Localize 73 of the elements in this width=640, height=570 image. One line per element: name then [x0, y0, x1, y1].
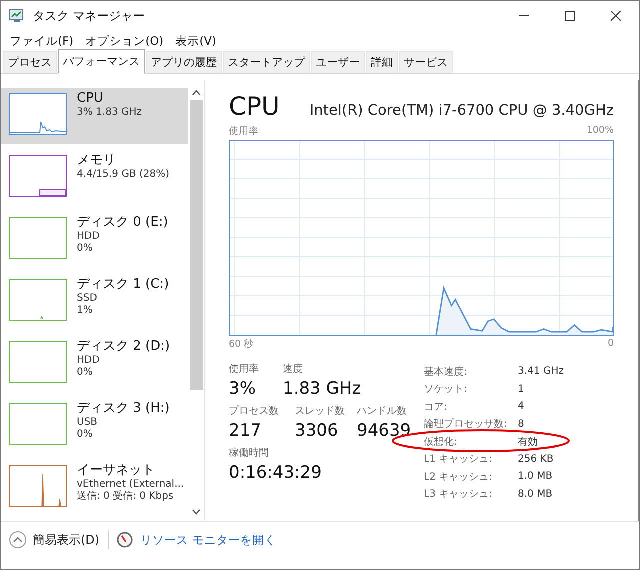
detail-value: 1.0 MB: [518, 471, 554, 482]
detail-value: 4: [518, 401, 526, 412]
item-detail: 送信: 0 受信: 0 Kbps: [77, 491, 175, 503]
item-detail: 0%: [77, 243, 94, 255]
item-detail: vEthernet (External...: [77, 479, 184, 490]
axis-label: 使用率: [229, 125, 259, 138]
sidebar-item[interactable]: ディスク 2 (D:) HDD 0%: [1, 336, 188, 392]
stat-value: 0:16:43:29: [229, 462, 322, 485]
item-title: ディスク 2 (D:): [77, 339, 170, 355]
stat-value: 3306: [295, 420, 340, 443]
detail-label: 論理プロセッサ数:: [424, 418, 508, 432]
sidebar-item[interactable]: メモリ 4.4/15.9 GB (28%): [1, 150, 188, 206]
item-detail: USB: [77, 417, 99, 429]
item-detail: 1%: [77, 305, 94, 317]
axis-label: 0: [608, 338, 614, 351]
sidebar-item[interactable]: ディスク 3 (H:) USB 0%: [1, 398, 188, 454]
item-detail: SSD: [77, 293, 98, 305]
window-title: タスク マネージャー: [33, 8, 146, 24]
collapse-button[interactable]: 簡易表示(D): [9, 531, 100, 549]
item-detail: HDD: [77, 355, 101, 367]
item-title: ディスク 3 (H:): [77, 401, 170, 417]
stat-label: 稼働時間: [229, 447, 270, 461]
sidebar-item[interactable]: ディスク 1 (C:) SSD 1%: [1, 274, 188, 330]
detail-label: L1 キャッシュ:: [424, 453, 494, 466]
stat-value: 1.83 GHz: [283, 378, 362, 401]
detail-value: 8: [518, 418, 526, 430]
sidebar-item[interactable]: CPU 3% 1.83 GHz: [1, 88, 188, 144]
detail-label: L3 キャッシュ:: [424, 488, 494, 502]
item-detail: 4.4/15.9 GB (28%): [77, 169, 170, 181]
tab[interactable]: 詳細: [366, 51, 398, 73]
stat-label: 速度: [283, 363, 304, 377]
stat-label: プロセス数: [229, 405, 280, 419]
detail-value: 8.0 MB: [518, 488, 554, 500]
detail-label: 基本速度:: [424, 366, 468, 379]
stat-value: 94639: [357, 420, 412, 443]
detail-value: 256 KB: [518, 454, 555, 465]
item-detail: 0%: [77, 367, 94, 379]
detail-label: 仮想化:: [424, 436, 458, 449]
item-title: イーサネット: [77, 463, 156, 479]
item-detail: HDD: [77, 231, 101, 243]
detail-value: 3.41 GHz: [518, 366, 564, 378]
item-detail: 3% 1.83 GHz: [77, 107, 142, 119]
item-title: CPU: [77, 91, 104, 107]
item-title: ディスク 1 (C:): [77, 277, 170, 293]
axis-label: 100%: [586, 125, 614, 138]
tab[interactable]: パフォーマンス: [58, 49, 145, 74]
tab[interactable]: プロセス: [3, 51, 57, 73]
stat-value: 3%: [229, 378, 257, 401]
detail-value: 有効: [518, 436, 539, 449]
menu-item[interactable]: 表示(V): [170, 32, 222, 50]
detail-label: L2 キャッシュ:: [424, 470, 494, 484]
menu-item[interactable]: オプション(O): [80, 32, 169, 50]
tab[interactable]: アプリの履歴: [146, 51, 222, 73]
panel-title: CPU: [229, 92, 280, 121]
item-title: メモリ: [77, 153, 117, 169]
axis-label: 60 秒: [229, 338, 254, 351]
processor-name: Intel(R) Core(TM) i7-6700 CPU @ 3.40GHz: [310, 103, 614, 119]
tab[interactable]: スタートアップ: [223, 51, 310, 73]
item-detail: 0%: [77, 429, 94, 441]
sidebar-item[interactable]: ディスク 0 (E:) HDD 0%: [1, 212, 188, 268]
sidebar-item[interactable]: イーサネット vEthernet (External... 送信: 0 受信: 0 Kbps: [1, 460, 188, 516]
stat-value: 217: [229, 420, 262, 443]
resource-monitor-link[interactable]: リソース モニターを開く: [140, 532, 276, 548]
detail-label: コア:: [424, 400, 448, 414]
stat-label: スレッド数: [295, 405, 346, 419]
detail-value: 1: [518, 384, 526, 395]
item-title: ディスク 0 (E:): [77, 215, 168, 231]
tab[interactable]: サービス: [399, 51, 453, 73]
detail-label: ソケット:: [424, 383, 468, 396]
tab[interactable]: ユーザー: [311, 51, 365, 73]
stat-label: 使用率: [229, 363, 260, 377]
stat-label: ハンドル数: [357, 405, 408, 419]
menu-item[interactable]: ファイル(F): [5, 32, 79, 50]
